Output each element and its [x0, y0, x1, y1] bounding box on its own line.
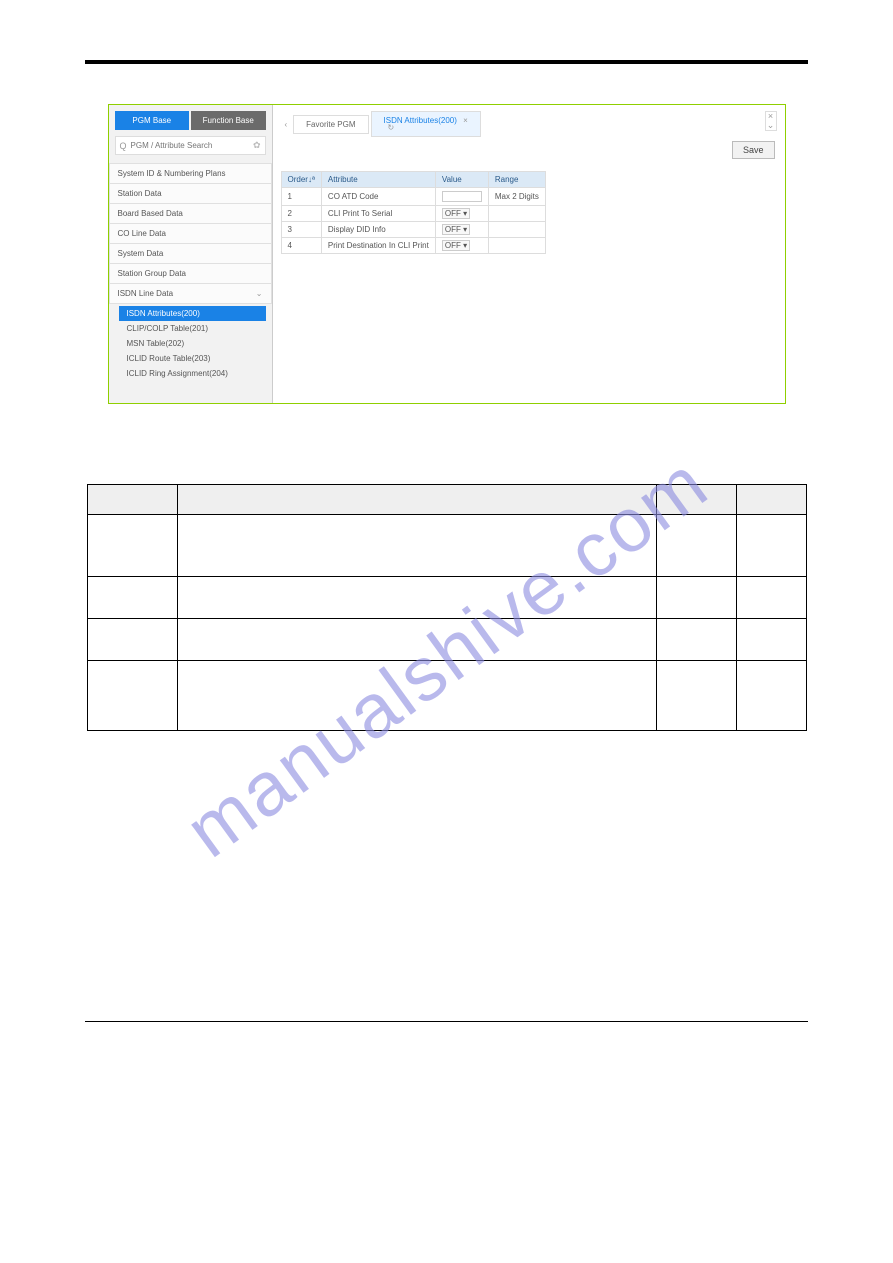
cell-range: [488, 222, 545, 238]
sidebar-item-label: Station Group Data: [118, 269, 186, 278]
attributes-table: Order↓ª Attribute Value Range 1 CO ATD C…: [281, 171, 546, 254]
value-input[interactable]: [442, 191, 482, 202]
tab-favorite-pgm[interactable]: Favorite PGM: [293, 115, 368, 134]
doc-col-4: [736, 485, 806, 515]
cell-range: Max 2 Digits: [488, 188, 545, 206]
sidebar-sub-msn-table[interactable]: MSN Table(202): [109, 336, 272, 351]
sidebar-sub-iclid-route[interactable]: ICLID Route Table(203): [109, 351, 272, 366]
sidebar-item-station-data[interactable]: Station Data: [109, 184, 272, 204]
cell-attr: CO ATD Code: [321, 188, 435, 206]
select-value: OFF: [445, 209, 461, 218]
cell: [177, 619, 656, 661]
cell-order: 4: [281, 238, 321, 254]
cell: [736, 515, 806, 577]
sidebar-item-station-group[interactable]: Station Group Data: [109, 264, 272, 284]
table-row: 4 Print Destination In CLI Print OFF ▾: [281, 238, 545, 254]
col-value: Value: [435, 172, 488, 188]
cell-order: 3: [281, 222, 321, 238]
header-rule: [85, 60, 808, 64]
cell-order: 2: [281, 206, 321, 222]
cell-value: OFF ▾: [435, 222, 488, 238]
cell: [177, 577, 656, 619]
table-row: 2 CLI Print To Serial OFF ▾: [281, 206, 545, 222]
sidebar-item-system-data[interactable]: System Data: [109, 244, 272, 264]
cell-order: 1: [281, 188, 321, 206]
cell: [87, 661, 177, 731]
value-select[interactable]: OFF ▾: [442, 208, 470, 219]
cell: [87, 515, 177, 577]
doc-col-1: [87, 485, 177, 515]
tab-isdn-attributes[interactable]: ISDN Attributes(200) × ↻: [371, 111, 481, 137]
search-icon: Q: [120, 141, 127, 151]
footer-rule: [85, 1021, 808, 1022]
cell: [656, 515, 736, 577]
cell: [656, 619, 736, 661]
tab-pgm-base[interactable]: PGM Base: [115, 111, 190, 130]
table-row: [87, 515, 806, 577]
sidebar-item-system-id[interactable]: System ID & Numbering Plans: [109, 163, 272, 184]
sidebar-item-label: System ID & Numbering Plans: [118, 169, 226, 178]
table-row: [87, 661, 806, 731]
col-order[interactable]: Order↓ª: [281, 172, 321, 188]
chevron-down-icon: ⌄: [256, 289, 263, 298]
cell: [656, 577, 736, 619]
doc-col-2: [177, 485, 656, 515]
cell-value: OFF ▾: [435, 206, 488, 222]
select-value: OFF: [445, 225, 461, 234]
table-row: [87, 619, 806, 661]
col-attribute: Attribute: [321, 172, 435, 188]
cell-value: [435, 188, 488, 206]
cell-range: [488, 206, 545, 222]
cell-attr: Print Destination In CLI Print: [321, 238, 435, 254]
cell: [177, 661, 656, 731]
table-row: 3 Display DID Info OFF ▾: [281, 222, 545, 238]
gear-icon[interactable]: ✿: [253, 140, 261, 151]
sidebar-item-co-line[interactable]: CO Line Data: [109, 224, 272, 244]
close-icon[interactable]: ×: [463, 116, 468, 125]
table-row: 1 CO ATD Code Max 2 Digits: [281, 188, 545, 206]
sidebar-sub-clip-colp[interactable]: CLIP/COLP Table(201): [109, 321, 272, 336]
search-input[interactable]: [131, 141, 253, 150]
screenshot-panel: PGM Base Function Base Q ✿ System ID & N…: [108, 104, 786, 404]
select-value: OFF: [445, 241, 461, 250]
search-row: Q ✿: [115, 136, 266, 155]
tab-label: ISDN Attributes(200): [384, 116, 457, 125]
tab-function-base[interactable]: Function Base: [191, 111, 266, 130]
sidebar-sub-iclid-ring[interactable]: ICLID Ring Assignment(204): [109, 366, 272, 381]
chevron-left-icon[interactable]: ‹: [281, 120, 292, 129]
sidebar-item-label: ISDN Line Data: [118, 289, 174, 298]
document-table: [87, 484, 807, 731]
col-range: Range: [488, 172, 545, 188]
cell: [736, 577, 806, 619]
cell-range: [488, 238, 545, 254]
cell: [87, 577, 177, 619]
sidebar-item-label: Board Based Data: [118, 209, 183, 218]
sidebar-sub-isdn-attributes[interactable]: ISDN Attributes(200): [119, 306, 266, 321]
cell: [177, 515, 656, 577]
cell: [736, 661, 806, 731]
sidebar-item-label: System Data: [118, 249, 164, 258]
table-row: [87, 577, 806, 619]
cell-attr: Display DID Info: [321, 222, 435, 238]
cell-value: OFF ▾: [435, 238, 488, 254]
value-select[interactable]: OFF ▾: [442, 224, 470, 235]
save-button[interactable]: Save: [732, 141, 775, 159]
doc-col-3: [656, 485, 736, 515]
value-select[interactable]: OFF ▾: [442, 240, 470, 251]
side-panel: PGM Base Function Base Q ✿ System ID & N…: [109, 105, 273, 403]
cell-attr: CLI Print To Serial: [321, 206, 435, 222]
sidebar-item-board-based[interactable]: Board Based Data: [109, 204, 272, 224]
cell: [87, 619, 177, 661]
tab-overflow[interactable]: ×⌄: [765, 111, 777, 131]
tab-label: Favorite PGM: [306, 120, 355, 129]
sidebar-item-label: Station Data: [118, 189, 162, 198]
cell: [656, 661, 736, 731]
sidebar-item-isdn-line[interactable]: ISDN Line Data ⌄: [109, 284, 272, 304]
cell: [736, 619, 806, 661]
main-panel: ‹ Favorite PGM ISDN Attributes(200) × ↻ …: [273, 105, 785, 403]
sidebar-item-label: CO Line Data: [118, 229, 166, 238]
